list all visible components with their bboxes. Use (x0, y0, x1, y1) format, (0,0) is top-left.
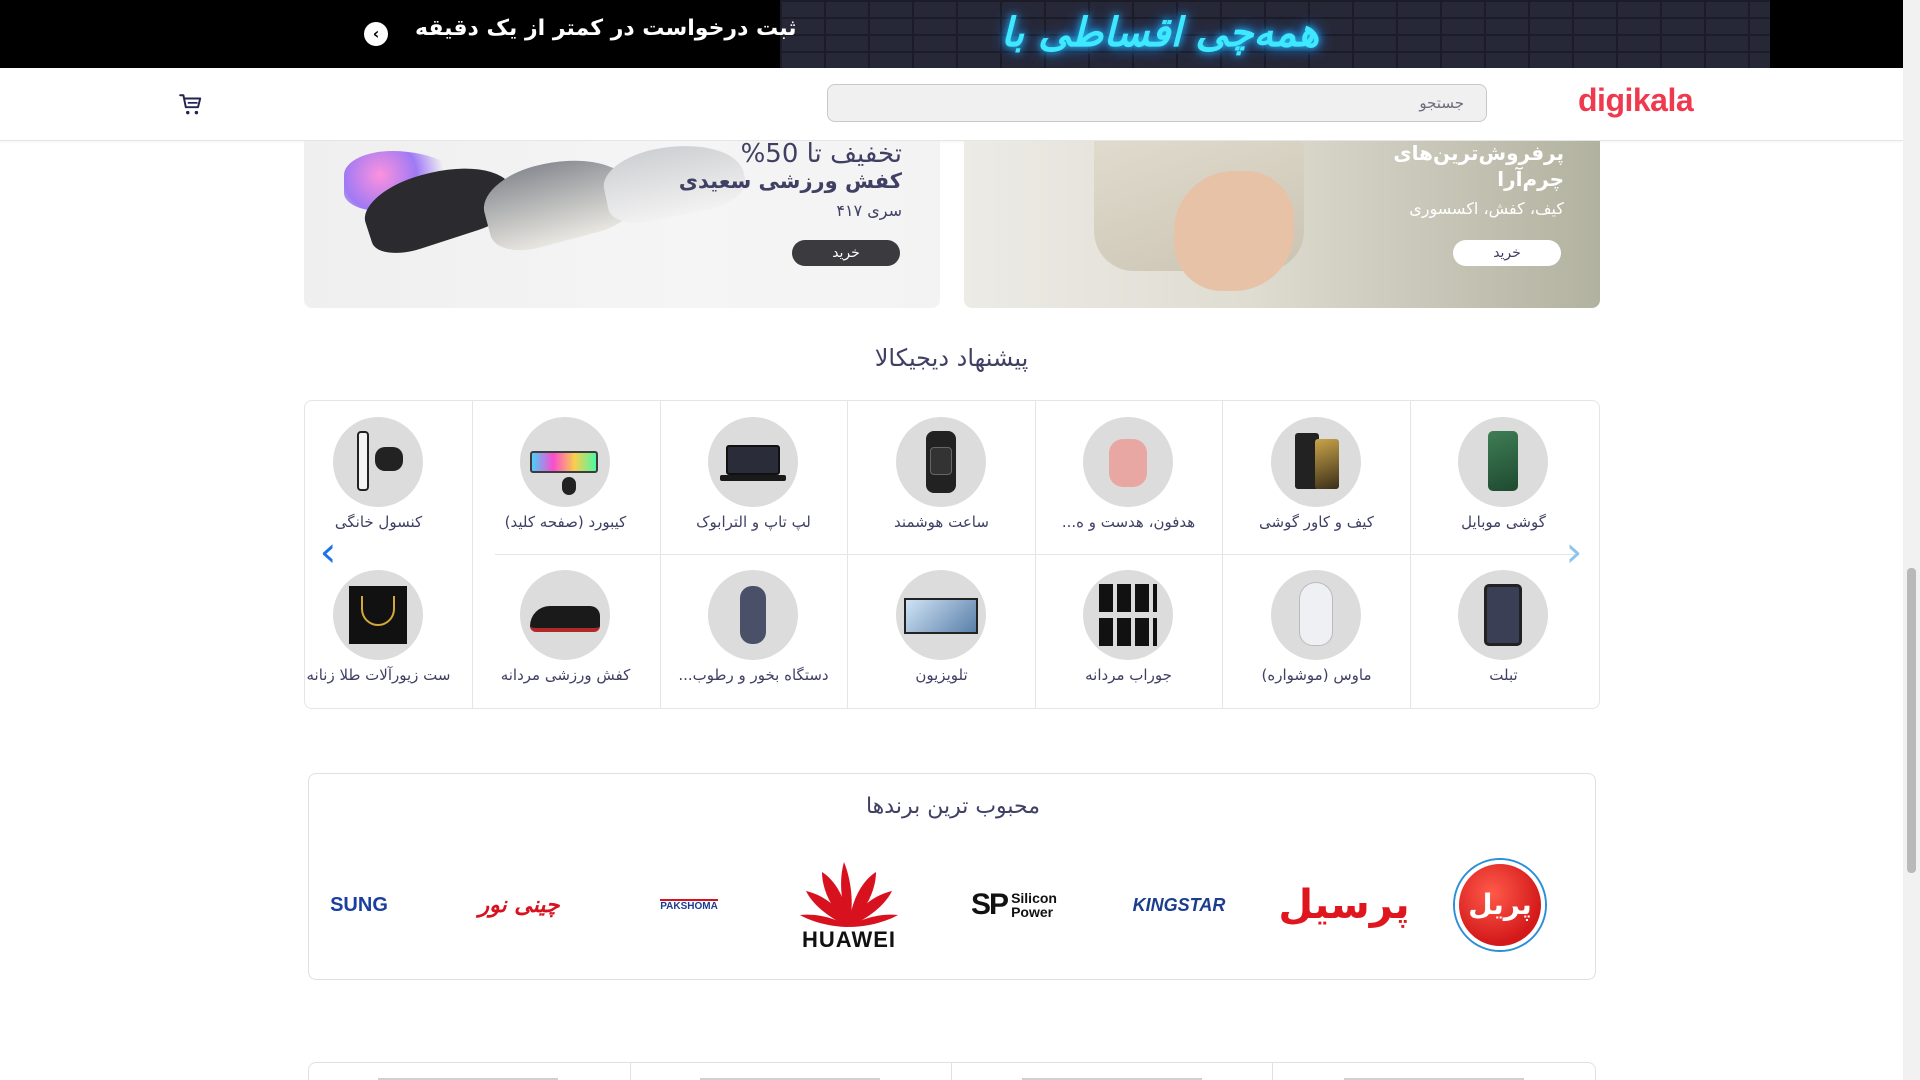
banner-title-line1: پرفروش‌ترین‌های (1393, 141, 1564, 165)
category-label: هدفون، هدست و ه... (1061, 513, 1196, 531)
category-headphones[interactable]: هدفون، هدست و ه... (1035, 401, 1222, 554)
banner-title: کفش ورزشی سعیدی (678, 169, 902, 193)
category-phone-case[interactable]: کیف و کاور گوشی (1223, 401, 1410, 554)
category-label: تلویزیون (915, 666, 968, 684)
keyboard-icon (520, 417, 610, 507)
category-grid: گوشی موبایل کیف و کاور گوشی هدفون، هدست … (304, 400, 1600, 709)
carousel-prev-arrow[interactable]: ‹ (314, 528, 342, 576)
category-tv[interactable]: تلویزیون (848, 554, 1035, 707)
category-label: دستگاه بخور و رطوب... (678, 666, 829, 684)
brand-huawei-logo: HUAWEI (802, 927, 896, 952)
socks-icon (1083, 570, 1173, 660)
category-label: لپ تاپ و الترابوک (696, 513, 811, 531)
sp-line2: Power (1011, 904, 1054, 920)
bottom-divider (1272, 1062, 1273, 1080)
offers-title: پیشنهاد دیجیکالا (874, 344, 1029, 372)
brand-chini-noor-logo: چینی نور (478, 892, 560, 918)
tablet-icon (1458, 570, 1548, 660)
category-mens-sport-shoes[interactable]: کفش ورزشی مردانه (472, 554, 659, 707)
laptop-icon (708, 417, 798, 507)
page-scrollbar[interactable] (1903, 0, 1920, 1080)
search-input[interactable] (827, 84, 1487, 122)
mobile-phone-icon (1458, 417, 1548, 507)
category-tablet[interactable]: تبلت (1410, 554, 1597, 707)
category-label: ست زیورآلات طلا زنانه (306, 666, 451, 684)
category-laptop[interactable]: لپ تاپ و الترابوک (660, 401, 847, 554)
brand-silicon-power[interactable]: SP Silicon Power (939, 850, 1089, 960)
game-console-icon (333, 417, 423, 507)
brand-persil[interactable]: پرسیل (1269, 850, 1419, 960)
brand-kingstar-logo: KINGSTAR (1132, 894, 1226, 915)
banner-subtitle: کیف، کفش، اکسسوری (1409, 199, 1564, 218)
category-humidifier[interactable]: دستگاه بخور و رطوب... (660, 554, 847, 707)
brand-persil-logo: پرسیل (1278, 882, 1410, 928)
brand-pril-logo: پریل (1455, 860, 1545, 950)
hand-image (1174, 171, 1294, 291)
banner-title-line2: چرم‌آرا (1497, 167, 1564, 191)
category-label: تبلت (1489, 666, 1518, 684)
popular-brands: محبوب ترین برندها پریل پرسیل KINGSTAR SP… (308, 773, 1596, 980)
category-smartwatch[interactable]: ساعت هوشمند (848, 401, 1035, 554)
earbuds-icon (1083, 417, 1173, 507)
humidifier-icon (708, 570, 798, 660)
category-gold-jewelry[interactable]: ست زیورآلات طلا زنانه (305, 554, 472, 707)
category-label: کفش ورزشی مردانه (500, 666, 631, 684)
brand-huawei[interactable]: HUAWEI (774, 850, 924, 960)
digikala-logo[interactable]: digikala (1578, 82, 1694, 119)
brand-silicon-power-logo: SP Silicon Power (971, 888, 1057, 922)
promo-text: ثبت درخواست در کمتر از یک دقیقه (415, 16, 797, 41)
sneaker-icon (520, 570, 610, 660)
banner-discount: تخفیف تا 50% (740, 141, 902, 169)
sp-mark: SP (971, 888, 1009, 921)
banner-subtitle: سری ۴۱۷ (836, 201, 902, 220)
brands-title: محبوب ترین برندها (865, 794, 1041, 819)
banner-sport-shoes[interactable]: تخفیف تا 50% کفش ورزشی سعیدی سری ۴۱۷ خری… (304, 141, 940, 308)
mouse-icon (1271, 570, 1361, 660)
category-mouse[interactable]: ماوس (موشواره) (1223, 554, 1410, 707)
phone-case-icon (1271, 417, 1361, 507)
smartwatch-icon (896, 417, 986, 507)
category-label: ماوس (موشواره) (1261, 666, 1372, 684)
category-label: کیبورد (صفحه کلید) (504, 513, 627, 531)
huawei-flower-icon (800, 862, 898, 927)
banner-buy-button[interactable]: خرید (1453, 240, 1561, 266)
promo-banner[interactable]: همه‌چی اقساطی با زیجی‌پی ثبت درخواست در … (0, 0, 1903, 68)
brand-pakshoma-logo: PAKSHOMA (660, 898, 718, 912)
category-label: ساعت هوشمند (894, 513, 989, 531)
cart-icon[interactable] (178, 92, 204, 118)
bottom-divider (951, 1062, 952, 1080)
bottom-divider (630, 1062, 631, 1080)
category-label: جوراب مردانه (1085, 666, 1172, 684)
scrollbar-thumb[interactable] (1907, 568, 1916, 873)
site-header: digikala (0, 68, 1903, 141)
jewelry-icon (333, 570, 423, 660)
brand-chini-noor[interactable]: چینی نور (444, 850, 594, 960)
carousel-next-arrow[interactable]: › (1560, 528, 1588, 576)
promo-neon-text: همه‌چی اقساطی با زیجی‌پی (1000, 9, 1320, 68)
category-socks[interactable]: جوراب مردانه (1035, 554, 1222, 707)
brand-samsung[interactable]: SUNG (309, 850, 409, 960)
banner-leather-bags[interactable]: پرفروش‌ترین‌های چرم‌آرا کیف، کفش، اکسسور… (964, 141, 1600, 308)
brand-pakshoma[interactable]: PAKSHOMA (614, 850, 764, 960)
category-label: کیف و کاور گوشی (1259, 513, 1374, 531)
brand-pril[interactable]: پریل (1445, 850, 1555, 960)
promo-arrow-icon[interactable]: ‹ (364, 22, 388, 46)
brand-samsung-logo: SUNG (330, 893, 388, 916)
sp-line1: Silicon (1011, 890, 1057, 906)
category-keyboard[interactable]: کیبورد (صفحه کلید) (472, 401, 659, 554)
banner-buy-button[interactable]: خرید (792, 240, 900, 266)
brand-kingstar[interactable]: KINGSTAR (1104, 850, 1254, 960)
tv-icon (896, 570, 986, 660)
